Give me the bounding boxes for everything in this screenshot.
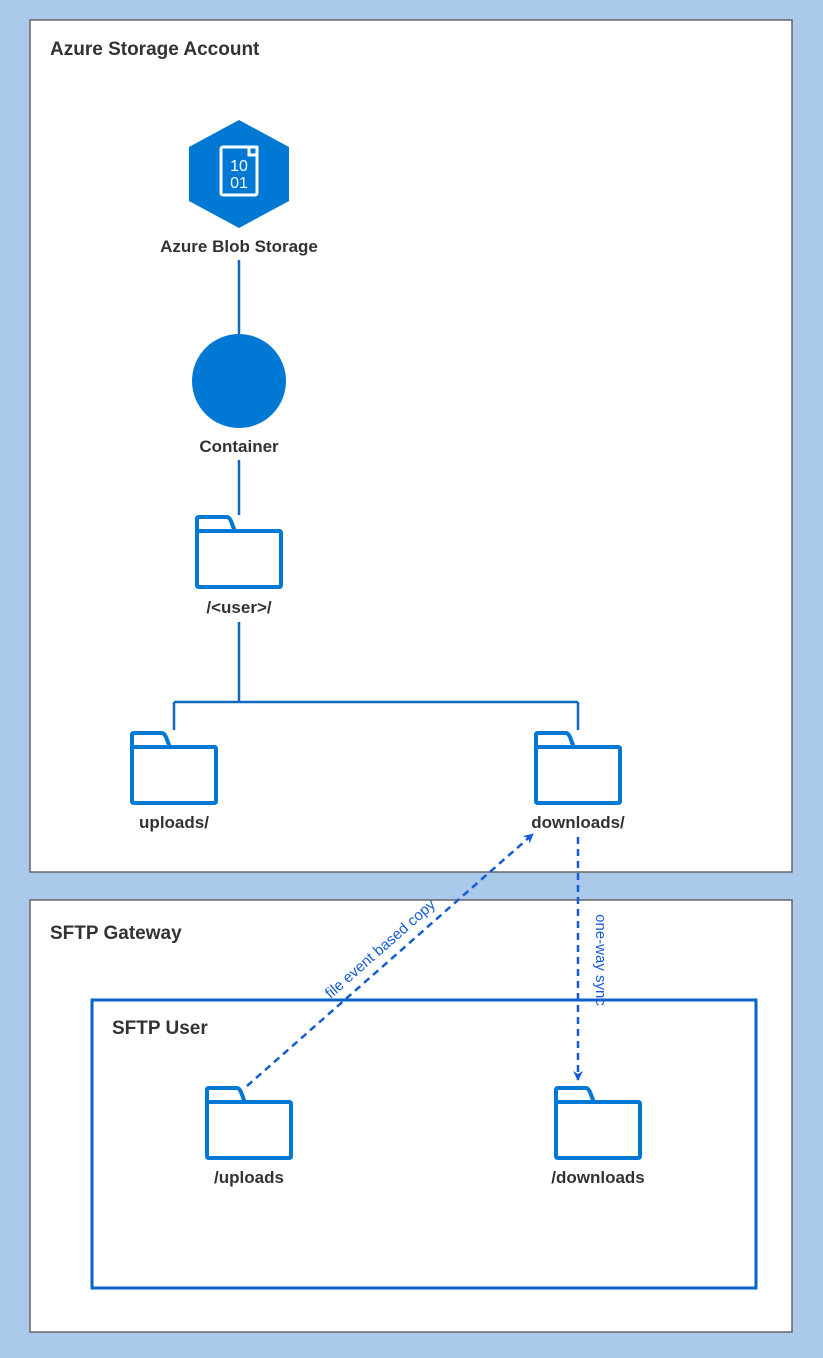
azure-blob-storage-label: Azure Blob Storage bbox=[160, 237, 318, 256]
sftp-uploads-label: /uploads bbox=[214, 1168, 284, 1187]
storage-account-box bbox=[30, 20, 792, 872]
edge-one-way-sync-label: one-way sync bbox=[592, 914, 609, 1006]
sftp-user-title: SFTP User bbox=[112, 1018, 208, 1039]
uploads-folder-label: uploads/ bbox=[139, 813, 209, 832]
sftp-gateway-title: SFTP Gateway bbox=[50, 923, 182, 944]
user-folder-label: /<user>/ bbox=[206, 598, 271, 617]
container-label: Container bbox=[199, 437, 279, 456]
storage-account-title: Azure Storage Account bbox=[50, 39, 260, 60]
container-icon bbox=[192, 334, 286, 428]
sftp-gateway-box bbox=[30, 900, 792, 1332]
downloads-folder-label: downloads/ bbox=[531, 813, 625, 832]
sftp-downloads-label: /downloads bbox=[551, 1168, 645, 1187]
